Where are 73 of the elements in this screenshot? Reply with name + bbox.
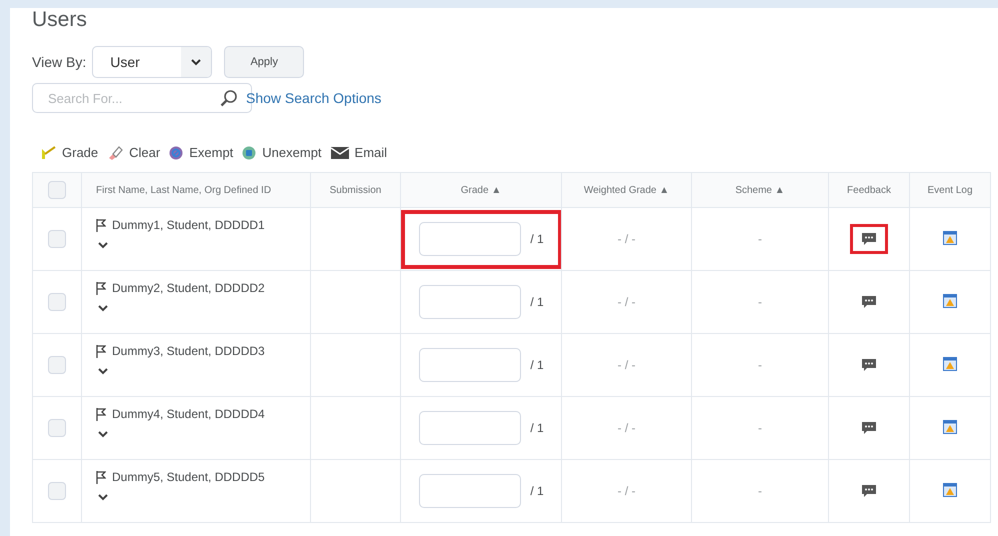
flag-icon[interactable]	[96, 282, 106, 294]
student-name: Dummy2, Student, DDDDD2	[112, 281, 265, 295]
chevron-down-icon[interactable]	[98, 305, 108, 312]
scheme-value: -	[758, 421, 762, 435]
row-checkbox[interactable]	[48, 482, 66, 500]
select-all-checkbox[interactable]	[48, 181, 66, 199]
row-checkbox[interactable]	[48, 419, 66, 437]
warning-window-icon[interactable]	[943, 482, 957, 496]
speech-bubble-icon[interactable]	[861, 295, 877, 309]
view-by-label: View By:	[32, 54, 86, 70]
action-link[interactable]: Grade	[62, 145, 98, 160]
scheme-value: -	[758, 484, 762, 498]
grade-out-of: / 1	[530, 358, 544, 372]
student-name: Dummy1, Student, DDDDD1	[112, 218, 265, 232]
grade-out-of: / 1	[530, 484, 544, 498]
action-link[interactable]: Email	[354, 145, 388, 160]
grade-input[interactable]	[419, 411, 522, 445]
warning-window-icon[interactable]	[943, 294, 957, 308]
view-by-dropdown[interactable]: User	[92, 46, 212, 78]
row-checkbox[interactable]	[48, 230, 66, 248]
flag-icon[interactable]	[96, 218, 106, 232]
weighted-grade: - / -	[618, 358, 636, 372]
grade-input[interactable]	[419, 285, 522, 319]
row-checkbox[interactable]	[48, 293, 66, 311]
flag-icon[interactable]	[96, 408, 106, 420]
action-link[interactable]: Clear	[129, 145, 160, 160]
page-title: Users	[32, 8, 88, 32]
column-header[interactable]: Feedback	[828, 172, 910, 208]
eraser-icon	[107, 146, 124, 160]
grade-out-of: / 1	[530, 232, 544, 246]
speech-bubble-icon[interactable]	[861, 484, 877, 498]
student-name: Dummy5, Student, DDDDD5	[112, 470, 265, 484]
scheme-value: -	[758, 232, 762, 246]
exempt-icon	[169, 146, 184, 160]
column-header[interactable]: Grade ▲	[400, 172, 562, 208]
speech-bubble-icon[interactable]	[861, 232, 877, 246]
warning-window-icon[interactable]	[943, 356, 957, 370]
weighted-grade: - / -	[618, 232, 636, 246]
chevron-down-icon[interactable]	[98, 494, 108, 501]
column-header[interactable]: Scheme ▲	[692, 172, 828, 208]
grade-input[interactable]	[419, 348, 522, 382]
grade-out-of: / 1	[530, 421, 544, 435]
flag-icon[interactable]	[96, 470, 106, 484]
grade-input[interactable]	[419, 474, 522, 508]
scheme-value: -	[758, 358, 762, 372]
unexempt-icon	[242, 146, 256, 160]
speech-bubble-icon[interactable]	[861, 358, 877, 372]
warning-window-icon[interactable]	[943, 420, 957, 434]
chevron-down-icon	[191, 58, 202, 66]
chevron-down-icon[interactable]	[98, 368, 108, 375]
chevron-down-icon[interactable]	[98, 431, 108, 438]
column-header[interactable]: First Name, Last Name, Org Defined ID	[82, 172, 310, 208]
flag-icon[interactable]	[96, 344, 106, 358]
weighted-grade: - / -	[618, 484, 636, 498]
weighted-grade: - / -	[618, 295, 636, 309]
warning-window-icon[interactable]	[943, 230, 957, 244]
column-header[interactable]: Submission	[310, 172, 400, 208]
student-name: Dummy3, Student, DDDDD3	[112, 344, 265, 358]
row-checkbox[interactable]	[48, 356, 66, 374]
student-name: Dummy4, Student, DDDDD4	[112, 407, 265, 421]
grade-input[interactable]	[419, 222, 522, 256]
column-header[interactable]: Weighted Grade ▲	[562, 172, 692, 208]
speech-bubble-icon[interactable]	[861, 421, 877, 435]
weighted-grade: - / -	[618, 421, 636, 435]
grade-out-of: / 1	[530, 295, 544, 309]
column-header[interactable]: Event Log	[910, 172, 990, 208]
apply-button[interactable]: Apply	[224, 46, 304, 78]
chevron-down-icon[interactable]	[98, 242, 108, 249]
envelope-icon	[330, 146, 349, 158]
grade-icon	[40, 146, 56, 160]
action-link[interactable]: Unexempt	[262, 145, 322, 160]
scheme-value: -	[758, 295, 762, 309]
action-link[interactable]: Exempt	[189, 145, 234, 160]
